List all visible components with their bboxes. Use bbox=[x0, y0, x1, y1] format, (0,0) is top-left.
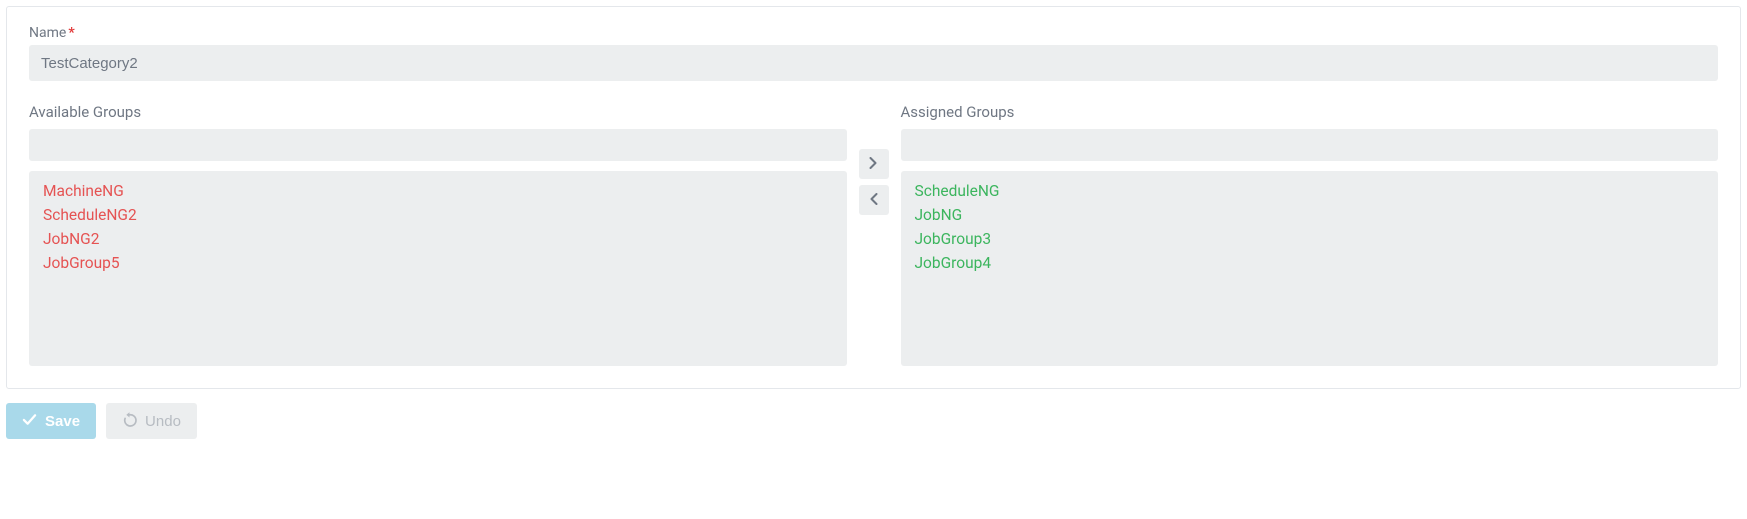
list-item[interactable]: ScheduleNG bbox=[915, 179, 1705, 203]
undo-icon bbox=[122, 412, 137, 431]
mover-buttons bbox=[859, 103, 889, 215]
move-right-button[interactable] bbox=[859, 149, 889, 179]
list-item[interactable]: JobGroup3 bbox=[915, 227, 1705, 251]
available-label: Available Groups bbox=[29, 103, 847, 121]
move-left-button[interactable] bbox=[859, 185, 889, 215]
list-item[interactable]: JobGroup4 bbox=[915, 251, 1705, 275]
form-card: Name* Available Groups MachineNGSchedule… bbox=[6, 6, 1741, 389]
list-item[interactable]: JobNG bbox=[915, 203, 1705, 227]
list-item[interactable]: MachineNG bbox=[43, 179, 833, 203]
check-icon bbox=[22, 412, 37, 431]
name-label: Name* bbox=[29, 25, 1718, 41]
list-item[interactable]: JobNG2 bbox=[43, 227, 833, 251]
available-listbox[interactable]: MachineNGScheduleNG2JobNG2JobGroup5 bbox=[29, 171, 847, 366]
assigned-filter-input[interactable] bbox=[901, 129, 1719, 161]
available-filter-input[interactable] bbox=[29, 129, 847, 161]
assigned-label: Assigned Groups bbox=[901, 103, 1719, 121]
undo-button[interactable]: Undo bbox=[106, 403, 197, 439]
undo-button-label: Undo bbox=[145, 413, 181, 430]
save-button-label: Save bbox=[45, 413, 80, 430]
available-panel: Available Groups MachineNGScheduleNG2Job… bbox=[29, 103, 847, 366]
assigned-listbox[interactable]: ScheduleNGJobNGJobGroup3JobGroup4 bbox=[901, 171, 1719, 366]
save-button[interactable]: Save bbox=[6, 403, 96, 439]
required-asterisk: * bbox=[68, 25, 74, 41]
list-item[interactable]: ScheduleNG2 bbox=[43, 203, 833, 227]
action-bar: Save Undo bbox=[6, 403, 1741, 439]
name-label-text: Name bbox=[29, 25, 66, 41]
chevron-left-icon bbox=[869, 193, 878, 208]
assigned-panel: Assigned Groups ScheduleNGJobNGJobGroup3… bbox=[901, 103, 1719, 366]
chevron-right-icon bbox=[869, 157, 878, 172]
name-input[interactable] bbox=[29, 45, 1718, 81]
list-item[interactable]: JobGroup5 bbox=[43, 251, 833, 275]
